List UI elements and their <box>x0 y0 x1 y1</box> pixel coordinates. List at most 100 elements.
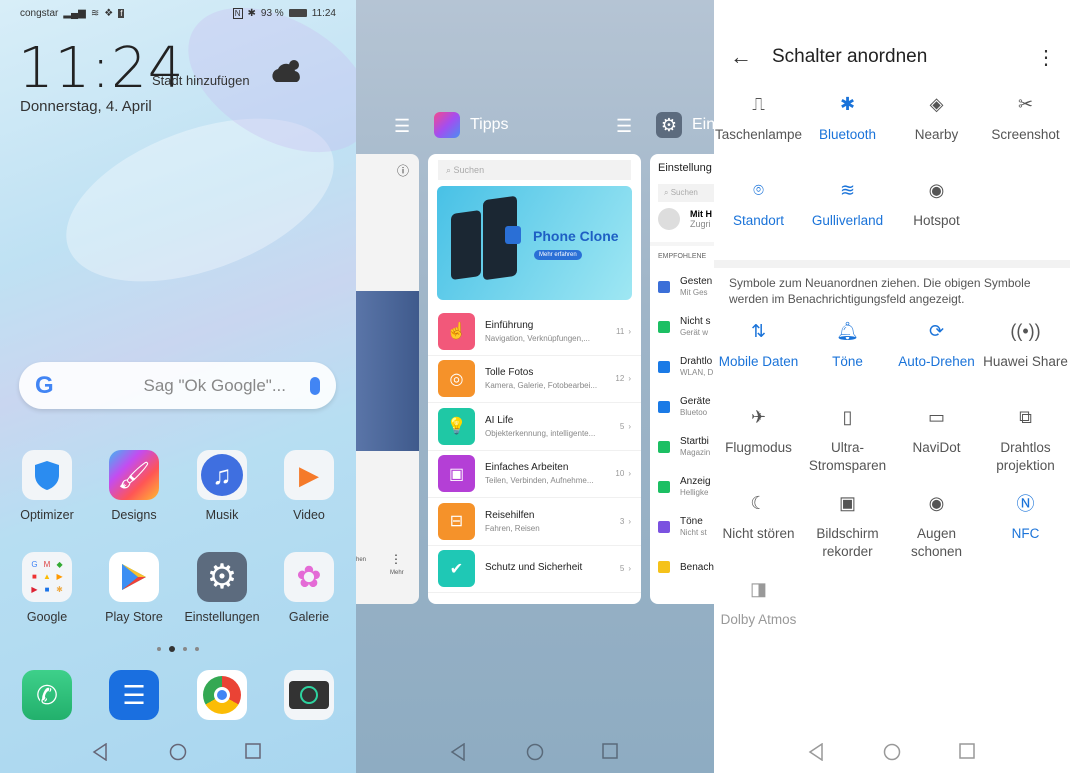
back-button[interactable] <box>92 742 108 766</box>
recents-button[interactable] <box>602 743 618 764</box>
tile-huawei-share[interactable]: ((•)) Huawei Share <box>981 319 1070 371</box>
back-button[interactable] <box>450 742 466 766</box>
setting-icon <box>658 561 670 573</box>
tipps-list-item[interactable]: ✔ Schutz und Sicherheit 5 › <box>428 546 641 593</box>
settings-list-item[interactable]: Drahtlo WLAN, D <box>650 347 714 387</box>
more-icon[interactable]: ⋮ <box>390 552 402 566</box>
app-optimizer[interactable]: Optimizer <box>7 450 87 522</box>
microphone-icon[interactable] <box>310 376 320 395</box>
phone-clone-banner[interactable]: Phone Clone Mehr erfahren <box>437 186 632 300</box>
tile-taschenlampe[interactable]: ⎍ Taschenlampe <box>714 92 803 144</box>
tile-nfc[interactable]: Ⓝ NFC <box>981 491 1070 543</box>
page-dot-active[interactable] <box>169 646 175 652</box>
more-options-icon[interactable]: ⋮ <box>1036 45 1056 70</box>
tile-flugmodus[interactable]: ✈ Flugmodus <box>714 405 803 457</box>
setting-icon <box>658 521 670 533</box>
mobile-data-icon: ⇅ <box>750 320 767 341</box>
shield-icon <box>22 450 72 500</box>
tile-töne[interactable]: 🔔︎ Töne <box>803 319 892 371</box>
tile-auto-drehen[interactable]: ⟳ Auto-Drehen <box>892 319 981 371</box>
dock-chrome[interactable] <box>182 670 262 720</box>
item-title: AI Life <box>485 414 514 426</box>
app-play-store[interactable]: Play Store <box>94 552 174 624</box>
app-label: Video <box>293 508 325 522</box>
play-store-icon <box>109 552 159 602</box>
back-arrow-icon[interactable]: ← <box>730 44 752 70</box>
tile-mobile-daten[interactable]: ⇅ Mobile Daten <box>714 319 803 371</box>
settings-list-item[interactable]: Startbi Magazin <box>650 427 714 467</box>
app-designs[interactable]: 🖌 Designs <box>94 450 174 522</box>
tile-standort[interactable]: ⌾ Standort <box>714 178 803 230</box>
camera-icon <box>284 670 334 720</box>
tile-hotspot[interactable]: ◉ Hotspot <box>892 178 981 230</box>
recent-card-settings[interactable]: Einstellung ⌕ Suchen Mit H Zugri EMPFOHLE… <box>650 154 714 604</box>
tile-ultra-stromsparen[interactable]: ▯ Ultra- Stromsparen <box>803 405 892 475</box>
settings-search-input[interactable]: ⌕ Suchen <box>658 184 714 202</box>
tile-screenshot[interactable]: ✂ Screenshot <box>981 92 1070 144</box>
app-einstellungen[interactable]: ⚙ Einstellungen <box>182 552 262 624</box>
app-video[interactable]: ▶ Video <box>269 450 349 522</box>
flower-icon: ✿ <box>284 552 334 602</box>
dock-phone[interactable]: ✆ <box>7 670 87 720</box>
split-screen-icon[interactable]: ☰ <box>616 116 632 137</box>
learn-more-button[interactable]: Mehr erfahren <box>534 250 582 260</box>
home-button[interactable] <box>883 743 901 766</box>
split-screen-icon[interactable]: ☰ <box>394 116 410 137</box>
tile-gulliverland[interactable]: ≋ Gulliverland <box>803 178 892 230</box>
recents-button[interactable] <box>959 743 975 764</box>
item-count: 5 <box>619 421 625 431</box>
app-musik[interactable]: ♫ Musik <box>182 450 262 522</box>
dock-camera[interactable] <box>269 670 349 720</box>
app-label: Einstellungen <box>184 610 260 624</box>
page-dot[interactable] <box>183 647 187 651</box>
tile-bluetooth[interactable]: ✱ Bluetooth <box>803 92 892 144</box>
tipps-list-item[interactable]: ☝ Einführung Navigation, Verknüpfungen,..… <box>428 308 641 356</box>
tipps-list-item[interactable]: ▣ Einfaches Arbeiten Teilen, Verbinden, A… <box>428 451 641 498</box>
dock-messages[interactable]: ☰ <box>94 670 174 720</box>
battery-percent: 93 % <box>260 7 284 19</box>
recent-card-previous[interactable]: ⓘ hen ⋮ Mehr <box>356 154 419 604</box>
tile-augen-schonen[interactable]: ◉ Augen schonen <box>892 491 981 561</box>
item-title: Töne <box>680 516 703 527</box>
settings-list-item[interactable]: Anzeig Helligke <box>650 467 714 507</box>
tile-label: NFC <box>1011 526 1040 541</box>
setting-icon <box>658 281 670 293</box>
tipps-search-input[interactable]: ⌕ Suchen <box>438 160 631 180</box>
page-dot[interactable] <box>195 647 199 651</box>
tipps-list-item[interactable]: ⊟ Reisehilfen Fahren, Reisen 3 › <box>428 498 641 546</box>
tipps-list-item[interactable]: ◎ Tolle Fotos Kamera, Galerie, Fotobearbe… <box>428 356 641 403</box>
chrome-icon <box>197 670 247 720</box>
settings-list: Gesten Mit Ges Nicht s Gerät w Drahtlo WLAN, … <box>650 267 714 587</box>
back-button[interactable] <box>808 742 824 766</box>
info-icon[interactable]: ⓘ <box>397 162 409 179</box>
recents-button[interactable] <box>245 743 261 764</box>
home-button[interactable] <box>526 743 544 766</box>
settings-list-item[interactable]: Nicht s Gerät w <box>650 307 714 347</box>
app-galerie[interactable]: ✿ Galerie <box>269 552 349 624</box>
tile-label: Auto-Drehen <box>898 354 975 369</box>
settings-list-item[interactable]: Geräte Bluetoo <box>650 387 714 427</box>
tile-nearby[interactable]: ◈ Nearby <box>892 92 981 144</box>
add-city-link[interactable]: Stadt hinzufügen <box>152 73 250 88</box>
setting-icon <box>658 321 670 333</box>
settings-list-item[interactable]: Gesten Mit Ges <box>650 267 714 307</box>
google-search-bar[interactable]: G Sag "Ok Google"... <box>19 362 336 409</box>
folder-icon: G M ◆ ■ ▲ ▶ ▶ ■ ✱ <box>22 552 72 602</box>
tile-drahtlos-projektion[interactable]: ⧉ Drahtlos projektion <box>981 405 1070 475</box>
item-title: Schutz und Sicherheit <box>485 561 583 573</box>
account-row[interactable]: Mit H Zugri <box>650 202 714 236</box>
recent-card-tipps[interactable]: ⌕ Suchen Phone Clone Mehr erfahren ☝ Ein… <box>428 154 641 604</box>
tile-nicht-stören[interactable]: ☾ Nicht stören <box>714 491 803 543</box>
home-button[interactable] <box>169 743 187 766</box>
tile-bildschirm-rekorder[interactable]: ▣ Bildschirm rekorder <box>803 491 892 561</box>
tipps-list-item[interactable]: 💡 AI Life Objekterkennung, intelligente..… <box>428 403 641 451</box>
clock-widget[interactable]: 11:24 <box>18 36 184 101</box>
chevron-right-icon: › <box>628 326 631 336</box>
tile-dolby-atmos[interactable]: ◨ Dolby Atmos <box>714 577 803 629</box>
tile-navidot[interactable]: ▭ NaviDot <box>892 405 981 457</box>
settings-list-item[interactable]: Benach <box>650 547 714 587</box>
page-dot[interactable] <box>157 647 161 651</box>
weather-cloud-icon[interactable] <box>270 56 306 84</box>
settings-list-item[interactable]: Töne Nicht st <box>650 507 714 547</box>
app-folder-google[interactable]: G M ◆ ■ ▲ ▶ ▶ ■ ✱ Google <box>7 552 87 624</box>
